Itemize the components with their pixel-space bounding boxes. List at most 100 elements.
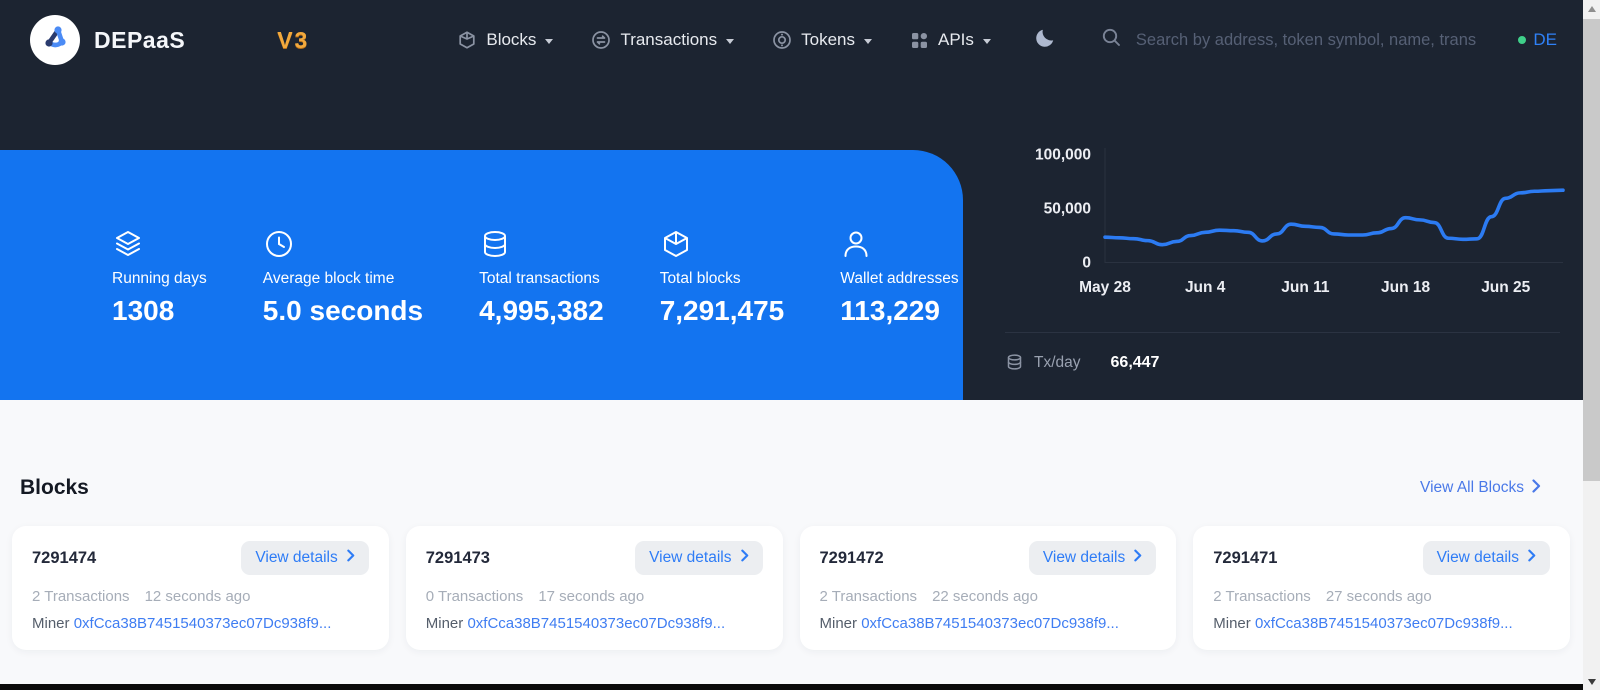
stat-running-days: Running days 1308 <box>112 226 207 327</box>
app-logo[interactable] <box>30 15 80 65</box>
stat-label: Running days <box>112 270 207 288</box>
miner-label: Miner <box>820 615 858 632</box>
block-card[interactable]: 7291472 View details 2 Transactions 22 s… <box>800 526 1177 650</box>
block-number: 7291474 <box>32 549 96 568</box>
block-number: 7291471 <box>1213 549 1277 568</box>
status-dot-icon <box>1518 36 1526 44</box>
scroll-down-button[interactable] <box>1583 673 1600 690</box>
miner-address-link[interactable]: 0xfCca38B7451540373ec07Dc938f9... <box>467 615 725 632</box>
chevron-right-icon <box>1532 479 1541 498</box>
block-card[interactable]: 7291474 View details 2 Transactions 12 s… <box>12 526 389 650</box>
tx-per-day-chart: 050,000100,000May 28Jun 4Jun 11Jun 18Jun… <box>1005 140 1565 372</box>
nav-label: Tokens <box>801 30 855 50</box>
miner-label: Miner <box>1213 615 1251 632</box>
network-label: DE <box>1533 30 1557 50</box>
miner-label: Miner <box>32 615 70 632</box>
nav-item-apis[interactable]: APIs <box>910 30 991 50</box>
arrow-down-icon <box>1588 679 1596 685</box>
divider <box>1005 332 1560 333</box>
miner-address-link[interactable]: 0xfCca38B7451540373ec07Dc938f9... <box>1255 615 1513 632</box>
miner-address-link[interactable]: 0xfCca38B7451540373ec07Dc938f9... <box>861 615 1119 632</box>
nav-label: Transactions <box>620 30 717 50</box>
user-icon <box>840 226 958 260</box>
txday-label: Tx/day <box>1034 354 1081 372</box>
scrollbar-thumb[interactable] <box>1583 19 1600 481</box>
dark-mode-toggle[interactable] <box>1033 26 1057 55</box>
block-tx-count: 2 Transactions <box>32 588 130 605</box>
stat-value: 7,291,475 <box>660 295 785 327</box>
view-details-button[interactable]: View details <box>1423 541 1550 575</box>
arrow-up-icon <box>1588 6 1596 12</box>
stat-value: 113,229 <box>840 295 958 327</box>
cube-node-icon <box>457 30 477 50</box>
nav-item-transactions[interactable]: Transactions <box>591 30 734 50</box>
svg-text:50,000: 50,000 <box>1044 201 1091 218</box>
block-age: 17 seconds ago <box>538 588 644 605</box>
clock-icon <box>263 226 423 260</box>
nav-label: Blocks <box>486 30 536 50</box>
chevron-down-icon <box>983 39 991 44</box>
block-tx-count: 2 Transactions <box>820 588 918 605</box>
token-circle-icon <box>772 30 792 50</box>
nav-item-blocks[interactable]: Blocks <box>457 30 553 50</box>
block-age: 12 seconds ago <box>145 588 251 605</box>
view-all-label: View All Blocks <box>1420 479 1524 497</box>
database-icon <box>479 226 604 260</box>
blocks-title: Blocks <box>20 476 89 500</box>
view-details-button[interactable]: View details <box>1029 541 1156 575</box>
blocks-section: Blocks View All Blocks 7291474 View deta… <box>0 400 1583 650</box>
block-tx-count: 2 Transactions <box>1213 588 1311 605</box>
block-card[interactable]: 7291473 View details 0 Transactions 17 s… <box>406 526 783 650</box>
svg-text:Jun 18: Jun 18 <box>1381 279 1430 296</box>
miner-label: Miner <box>426 615 464 632</box>
svg-text:100,000: 100,000 <box>1035 147 1091 164</box>
svg-text:0: 0 <box>1082 255 1091 272</box>
view-details-button[interactable]: View details <box>635 541 762 575</box>
svg-text:Jun 25: Jun 25 <box>1481 279 1530 296</box>
chevron-right-icon <box>1134 549 1142 567</box>
miner-address-link[interactable]: 0xfCca38B7451540373ec07Dc938f9... <box>74 615 332 632</box>
layers-icon <box>112 226 207 260</box>
stat-total-transactions: Total transactions 4,995,382 <box>479 226 604 327</box>
cube-icon <box>660 226 785 260</box>
vertical-scrollbar[interactable] <box>1583 0 1600 690</box>
nav-label: APIs <box>938 30 974 50</box>
nav-menu: Blocks Transactions <box>457 30 991 50</box>
block-tx-count: 0 Transactions <box>426 588 524 605</box>
chevron-right-icon <box>741 549 749 567</box>
stats-panel: Running days 1308 Average block time 5.0… <box>0 150 963 400</box>
svg-text:Jun 4: Jun 4 <box>1185 279 1226 296</box>
search-input[interactable] <box>1136 31 1476 50</box>
block-number: 7291473 <box>426 549 490 568</box>
top-nav: DEPaaS V3 Blocks <box>0 0 1583 80</box>
block-card[interactable]: 7291471 View details 2 Transactions 27 s… <box>1193 526 1570 650</box>
nav-item-tokens[interactable]: Tokens <box>772 30 872 50</box>
line-chart: 050,000100,000May 28Jun 4Jun 11Jun 18Jun… <box>1005 140 1565 305</box>
svg-text:Jun 11: Jun 11 <box>1281 279 1330 296</box>
hero-section: Running days 1308 Average block time 5.0… <box>0 80 1583 400</box>
txday-row: Tx/day 66,447 <box>1005 353 1565 372</box>
view-details-label: View details <box>1437 549 1519 567</box>
stat-label: Total blocks <box>660 270 785 288</box>
txday-value: 66,447 <box>1111 354 1160 372</box>
stat-label: Average block time <box>263 270 423 288</box>
chevron-down-icon <box>545 39 553 44</box>
view-details-button[interactable]: View details <box>241 541 368 575</box>
chevron-right-icon <box>1528 549 1536 567</box>
chevron-down-icon <box>726 39 734 44</box>
blocks-header: Blocks View All Blocks <box>0 476 1583 500</box>
view-all-blocks-link[interactable]: View All Blocks <box>1420 479 1541 498</box>
scroll-up-button[interactable] <box>1583 0 1600 17</box>
view-details-label: View details <box>649 549 731 567</box>
block-cards-row: 7291474 View details 2 Transactions 12 s… <box>12 526 1570 650</box>
stat-value: 1308 <box>112 295 207 327</box>
moon-icon <box>1033 26 1057 55</box>
stat-value: 5.0 seconds <box>263 295 423 327</box>
stats-row: Running days 1308 Average block time 5.0… <box>0 150 963 327</box>
block-age: 27 seconds ago <box>1326 588 1432 605</box>
stat-average-block-time: Average block time 5.0 seconds <box>263 226 423 327</box>
stat-label: Wallet addresses <box>840 270 958 288</box>
window-bottom-edge <box>0 684 1583 690</box>
brand-name: DEPaaS <box>94 27 185 54</box>
network-selector[interactable]: DE <box>1518 30 1557 50</box>
